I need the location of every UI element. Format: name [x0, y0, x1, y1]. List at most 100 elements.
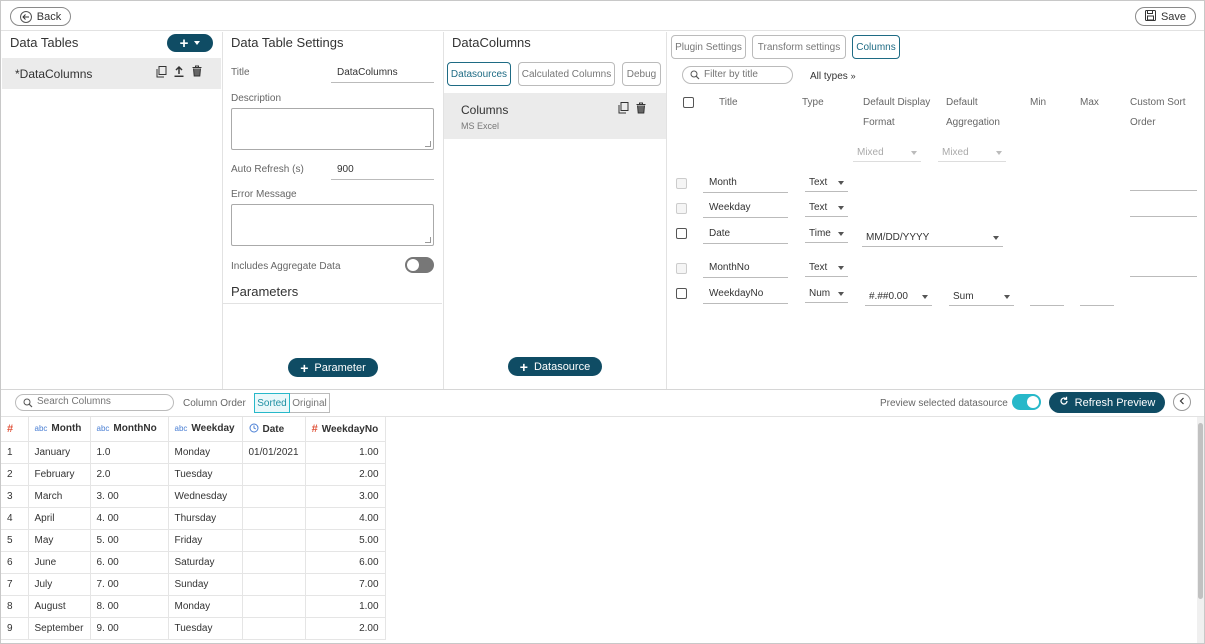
aggregation-select-weekdayno[interactable]: Sum	[949, 289, 1014, 306]
format-select-weekdayno[interactable]: #.##0.00	[865, 289, 932, 306]
chevron-down-icon	[838, 206, 844, 210]
chevron-down-icon	[838, 181, 844, 185]
select-all-checkbox[interactable]	[683, 97, 694, 108]
bulk-aggregation-value: Mixed	[942, 147, 969, 158]
parameters-title: Parameters	[231, 284, 299, 299]
scrollbar-thumb[interactable]	[1198, 423, 1203, 599]
column-title-input-date[interactable]: Date	[703, 227, 788, 244]
row-checkbox-date[interactable]	[676, 228, 687, 239]
collapse-button[interactable]	[1173, 393, 1191, 411]
tab-datasources[interactable]: Datasources	[447, 62, 511, 86]
chevron-down-icon	[194, 41, 201, 45]
custom-sort-input-month[interactable]	[1130, 190, 1197, 191]
custom-sort-input-monthno[interactable]	[1130, 276, 1197, 277]
all-types-dropdown[interactable]: All types »	[810, 71, 856, 82]
table-row: 1 January 1.0 Monday 01/01/2021 1.00	[1, 441, 386, 464]
column-type-value: Text	[809, 177, 828, 188]
save-label: Save	[1160, 10, 1187, 23]
copy-icon[interactable]	[156, 66, 167, 81]
error-message-textarea[interactable]	[231, 204, 434, 246]
chevron-down-icon	[838, 292, 844, 296]
plus-icon: +	[300, 359, 309, 376]
tab-columns[interactable]: Columns	[852, 35, 900, 59]
vertical-scrollbar[interactable]	[1197, 417, 1204, 643]
table-row: 9 September 9. 00 Tuesday 2.00	[1, 617, 386, 640]
includes-aggregate-toggle[interactable]	[405, 257, 434, 273]
column-title-input-monthno[interactable]: MonthNo	[703, 261, 788, 278]
resize-grip-icon	[425, 237, 431, 243]
column-type-value: Text	[809, 202, 828, 213]
trash-icon[interactable]	[192, 65, 202, 80]
preview-selected-toggle[interactable]	[1012, 394, 1041, 410]
col-agg-header-1: Default	[946, 97, 978, 108]
row-checkbox-weekdayno[interactable]	[676, 288, 687, 299]
auto-refresh-label: Auto Refresh (s)	[231, 164, 304, 175]
tab-transform-settings[interactable]: Transform settings	[752, 35, 846, 59]
max-input-weekdayno[interactable]	[1080, 305, 1114, 306]
custom-sort-input-weekday[interactable]	[1130, 216, 1197, 217]
description-textarea[interactable]	[231, 108, 434, 150]
column-title-input-weekday[interactable]: Weekday	[703, 201, 788, 218]
monthno-column-header[interactable]: abc MonthNo	[90, 417, 169, 442]
chevron-down-icon	[993, 236, 999, 240]
copy-icon[interactable]	[618, 102, 629, 117]
search-columns-box[interactable]	[15, 394, 174, 411]
back-button[interactable]: Back	[10, 7, 71, 26]
column-type-select-weekdayno[interactable]: Num	[805, 286, 848, 303]
chevron-down-icon	[1004, 295, 1010, 299]
bulk-format-select: Mixed	[853, 145, 921, 162]
title-input[interactable]: DataColumns	[331, 66, 434, 83]
top-bar: Back Save	[1, 1, 1204, 31]
add-datasource-button[interactable]: + Datasource	[508, 357, 602, 376]
search-columns-input[interactable]	[37, 396, 167, 407]
filter-input[interactable]	[704, 69, 788, 80]
toggle-knob	[407, 259, 419, 271]
auto-refresh-input[interactable]: 900	[331, 163, 434, 180]
filter-search-box[interactable]	[682, 66, 793, 84]
weekday-column-header[interactable]: abc Weekday	[168, 417, 243, 442]
format-select-date[interactable]: MM/DD/YYYY	[862, 230, 1003, 247]
weekdayno-column-header[interactable]: # WeekdayNo	[305, 417, 386, 442]
table-row: 8 August 8. 00 Monday 1.00	[1, 595, 386, 618]
date-column-header[interactable]: Date	[242, 417, 306, 442]
divider	[222, 32, 223, 389]
column-type-select-month[interactable]: Text	[805, 175, 848, 192]
trash-icon[interactable]	[636, 102, 646, 117]
column-title-input-weekdayno[interactable]: WeekdayNo	[703, 287, 788, 304]
data-table-item[interactable]: *DataColumns	[2, 58, 221, 89]
column-type-select-monthno[interactable]: Text	[805, 260, 848, 277]
add-data-table-button[interactable]: +	[167, 34, 213, 52]
column-order-label: Column Order	[183, 398, 246, 409]
tab-debug[interactable]: Debug	[622, 62, 661, 86]
chevron-down-icon	[922, 295, 928, 299]
tab-calculated-columns[interactable]: Calculated Columns	[518, 62, 615, 86]
month-column-header[interactable]: abc Month	[28, 417, 91, 442]
datasource-item[interactable]: Columns MS Excel	[444, 93, 666, 139]
text-type-icon: abc	[174, 424, 188, 434]
table-row: 5 May 5. 00 Friday 5.00	[1, 529, 386, 552]
column-type-value: Text	[809, 262, 828, 273]
upload-icon[interactable]	[174, 65, 184, 80]
add-parameter-button[interactable]: + Parameter	[288, 358, 378, 377]
order-sorted-button[interactable]: Sorted	[254, 393, 290, 413]
column-title-input-month[interactable]: Month	[703, 176, 788, 193]
plus-icon: +	[519, 358, 528, 375]
bulk-aggregation-select: Mixed	[938, 145, 1006, 162]
tab-plugin-settings[interactable]: Plugin Settings	[671, 35, 746, 59]
chevron-down-icon	[911, 151, 917, 155]
settings-title: Data Table Settings	[231, 35, 344, 50]
hash-icon: #	[7, 422, 14, 435]
save-button[interactable]: Save	[1135, 7, 1196, 26]
column-type-select-date[interactable]: Time	[805, 226, 848, 243]
refresh-icon	[1059, 396, 1069, 409]
order-original-button[interactable]: Original	[290, 393, 330, 413]
min-input-weekdayno[interactable]	[1030, 305, 1064, 306]
divider	[666, 32, 667, 389]
data-tables-title: Data Tables	[10, 35, 79, 50]
chevron-left-icon	[1179, 396, 1185, 408]
back-arrow-icon	[19, 10, 32, 23]
col-title-header: Title	[719, 97, 738, 108]
refresh-preview-button[interactable]: Refresh Preview	[1049, 392, 1165, 413]
bulk-format-value: Mixed	[857, 147, 884, 158]
column-type-select-weekday[interactable]: Text	[805, 200, 848, 217]
